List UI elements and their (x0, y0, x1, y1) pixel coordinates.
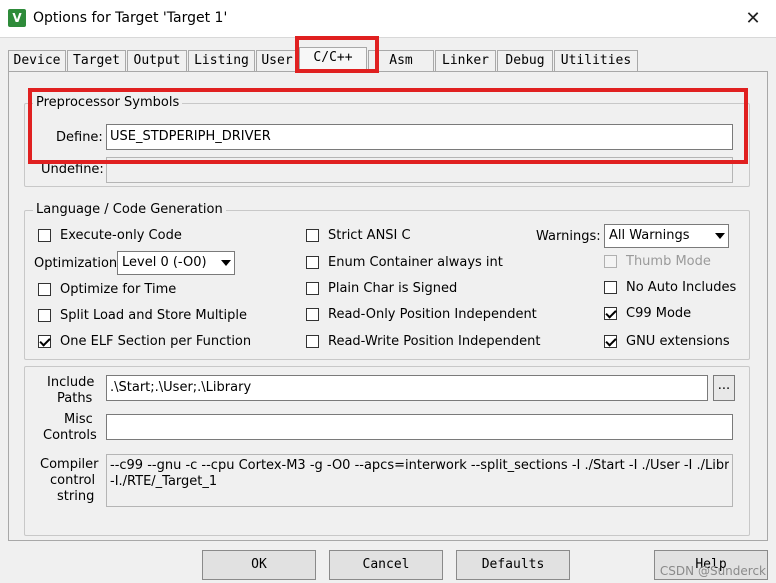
compiler-label-line3: string (57, 489, 95, 504)
execute-only-label: Execute-only Code (60, 228, 182, 243)
misc-controls-input[interactable] (106, 414, 733, 440)
tab-target[interactable]: Target (67, 50, 126, 71)
checkbox-box[interactable] (306, 282, 319, 295)
checkbox-box[interactable] (604, 335, 617, 348)
dropdown-arrow-icon (715, 233, 725, 239)
rwpi-label: Read-Write Position Independent (328, 334, 541, 349)
strict-ansi-label: Strict ANSI C (328, 228, 411, 243)
ok-button[interactable]: OK (202, 550, 316, 580)
checkbox-box[interactable] (306, 308, 319, 321)
close-button[interactable]: ✕ (730, 0, 776, 38)
tab-debug[interactable]: Debug (497, 50, 553, 71)
compiler-control-string: --c99 --gnu -c --cpu Cortex-M3 -g -O0 --… (106, 454, 733, 507)
split-load-checkbox[interactable]: Split Load and Store Multiple (38, 308, 247, 323)
one-elf-label: One ELF Section per Function (60, 334, 252, 349)
compiler-label-line1: Compiler (40, 457, 99, 472)
enum-container-checkbox[interactable]: Enum Container always int (306, 255, 503, 270)
checkbox-box[interactable] (306, 256, 319, 269)
codegen-group-title: Language / Code Generation (33, 202, 226, 217)
checkbox-box[interactable] (306, 335, 319, 348)
include-paths-input[interactable]: .\Start;.\User;.\Library (106, 375, 708, 401)
tab-user[interactable]: User (256, 50, 298, 71)
app-icon: V (8, 9, 26, 27)
tab-linker[interactable]: Linker (435, 50, 496, 71)
optimize-time-label: Optimize for Time (60, 282, 177, 297)
strict-ansi-checkbox[interactable]: Strict ANSI C (306, 228, 411, 243)
checkbox-box[interactable] (306, 229, 319, 242)
window-title: Options for Target 'Target 1' (33, 10, 228, 26)
checkbox-box[interactable] (38, 309, 51, 322)
compiler-label-line2: control (50, 473, 96, 488)
ropi-label: Read-Only Position Independent (328, 307, 537, 322)
checkbox-box[interactable] (604, 307, 617, 320)
ropi-checkbox[interactable]: Read-Only Position Independent (306, 307, 537, 322)
compiler-string-line1: --c99 --gnu -c --cpu Cortex-M3 -g -O0 --… (110, 458, 729, 473)
checkbox-box[interactable] (604, 281, 617, 294)
cancel-button[interactable]: Cancel (329, 550, 443, 580)
c99-checkbox[interactable]: C99 Mode (604, 306, 691, 321)
checkbox-box[interactable] (38, 229, 51, 242)
warnings-value: All Warnings (609, 228, 690, 243)
active-tab-highlight (295, 36, 379, 73)
c99-label: C99 Mode (626, 306, 692, 321)
include-browse-button[interactable]: ... (713, 375, 735, 401)
tab-utilities[interactable]: Utilities (554, 50, 638, 71)
warnings-select[interactable]: All Warnings (604, 224, 729, 248)
optimization-label: Optimization: (34, 256, 122, 271)
define-highlight (28, 88, 748, 164)
include-label-line1: Include (47, 375, 95, 390)
warnings-label: Warnings: (536, 229, 601, 244)
gnu-extensions-checkbox[interactable]: GNU extensions (604, 334, 730, 349)
include-label-line2: Paths (57, 391, 93, 406)
rwpi-checkbox[interactable]: Read-Write Position Independent (306, 334, 540, 349)
title-bar: V Options for Target 'Target 1' ✕ (0, 0, 776, 38)
execute-only-checkbox[interactable]: Execute-only Code (38, 228, 182, 243)
tab-listing[interactable]: Listing (188, 50, 255, 71)
split-load-label: Split Load and Store Multiple (60, 308, 247, 323)
checkbox-box[interactable] (604, 255, 617, 268)
tab-device[interactable]: Device (8, 50, 66, 71)
checkbox-box[interactable] (38, 335, 51, 348)
enum-container-label: Enum Container always int (328, 255, 503, 270)
tab-output[interactable]: Output (127, 50, 187, 71)
checkbox-box[interactable] (38, 283, 51, 296)
misc-label-line1: Misc (64, 412, 93, 427)
optimization-value: Level 0 (-O0) (122, 255, 207, 270)
thumb-mode-checkbox[interactable]: Thumb Mode (604, 254, 711, 269)
thumb-mode-label: Thumb Mode (626, 254, 711, 269)
watermark: CSDN @Sunderck (659, 564, 766, 578)
no-auto-includes-label: No Auto Includes (626, 280, 737, 295)
optimize-time-checkbox[interactable]: Optimize for Time (38, 282, 176, 297)
compiler-string-line2: -I./RTE/_Target_1 (110, 474, 218, 489)
misc-label-line2: Controls (43, 428, 97, 443)
plain-char-label: Plain Char is Signed (328, 281, 458, 296)
optimization-select[interactable]: Level 0 (-O0) (117, 251, 235, 275)
dropdown-arrow-icon (221, 260, 231, 266)
no-auto-includes-checkbox[interactable]: No Auto Includes (604, 280, 736, 295)
gnu-extensions-label: GNU extensions (626, 334, 730, 349)
one-elf-checkbox[interactable]: One ELF Section per Function (38, 334, 251, 349)
plain-char-checkbox[interactable]: Plain Char is Signed (306, 281, 457, 296)
defaults-button[interactable]: Defaults (456, 550, 570, 580)
undefine-label: Undefine: (41, 162, 104, 177)
